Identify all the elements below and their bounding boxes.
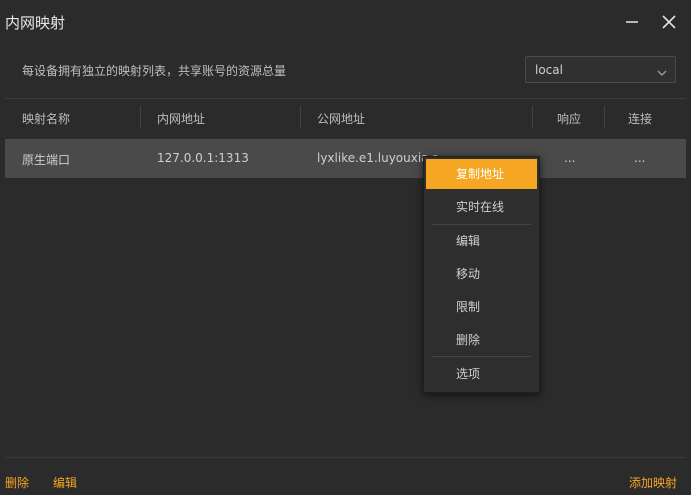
column-separator <box>604 106 605 129</box>
column-header-public: 公网地址 <box>317 112 366 126</box>
minimize-icon[interactable] <box>622 12 642 32</box>
menu-item-delete[interactable]: 删除 <box>424 325 539 355</box>
row-public-address: lyxlike.e1.luyouxia.net:13461 <box>317 151 437 165</box>
chevron-down-icon <box>657 66 667 80</box>
column-header-response: 响应 <box>557 112 582 126</box>
row-local-address: 127.0.0.1:1313 <box>157 151 249 165</box>
column-header-name: 映射名称 <box>22 112 71 126</box>
title-bar: 内网映射 <box>0 0 691 44</box>
menu-item-limit[interactable]: 限制 <box>424 292 539 322</box>
menu-item-options[interactable]: 选项 <box>424 359 539 389</box>
row-name: 原生端口 <box>22 153 71 167</box>
menu-item-move[interactable]: 移动 <box>424 259 539 289</box>
row-response: ... <box>564 151 576 165</box>
divider <box>5 457 686 458</box>
column-header-connections: 连接 <box>628 112 653 126</box>
column-separator <box>300 106 301 129</box>
description-text: 每设备拥有独立的映射列表，共享账号的资源总量 <box>22 64 287 78</box>
table-row[interactable]: 原生端口 127.0.0.1:1313 lyxlike.e1.luyouxia.… <box>5 139 686 178</box>
window-title: 内网映射 <box>5 14 66 32</box>
add-mapping-button[interactable]: 添加映射 <box>629 474 677 491</box>
menu-separator <box>432 224 531 225</box>
row-connections: ... <box>634 151 646 165</box>
column-header-local: 内网地址 <box>157 112 206 126</box>
edit-button[interactable]: 编辑 <box>53 474 77 491</box>
column-separator <box>140 106 141 129</box>
menu-separator <box>432 356 531 357</box>
column-separator <box>532 106 533 129</box>
menu-item-realtime-online[interactable]: 实时在线 <box>424 192 539 222</box>
table-header: 映射名称 内网地址 公网地址 响应 连接 <box>5 99 686 137</box>
device-select[interactable]: local <box>525 56 676 83</box>
menu-item-copy-address[interactable]: 复制地址 <box>426 159 537 189</box>
menu-item-edit[interactable]: 编辑 <box>424 226 539 256</box>
close-icon[interactable] <box>659 12 679 32</box>
delete-button[interactable]: 删除 <box>5 474 29 491</box>
device-select-value: local <box>535 63 563 77</box>
context-menu: 复制地址 实时在线 编辑 移动 限制 删除 选项 <box>423 156 540 393</box>
